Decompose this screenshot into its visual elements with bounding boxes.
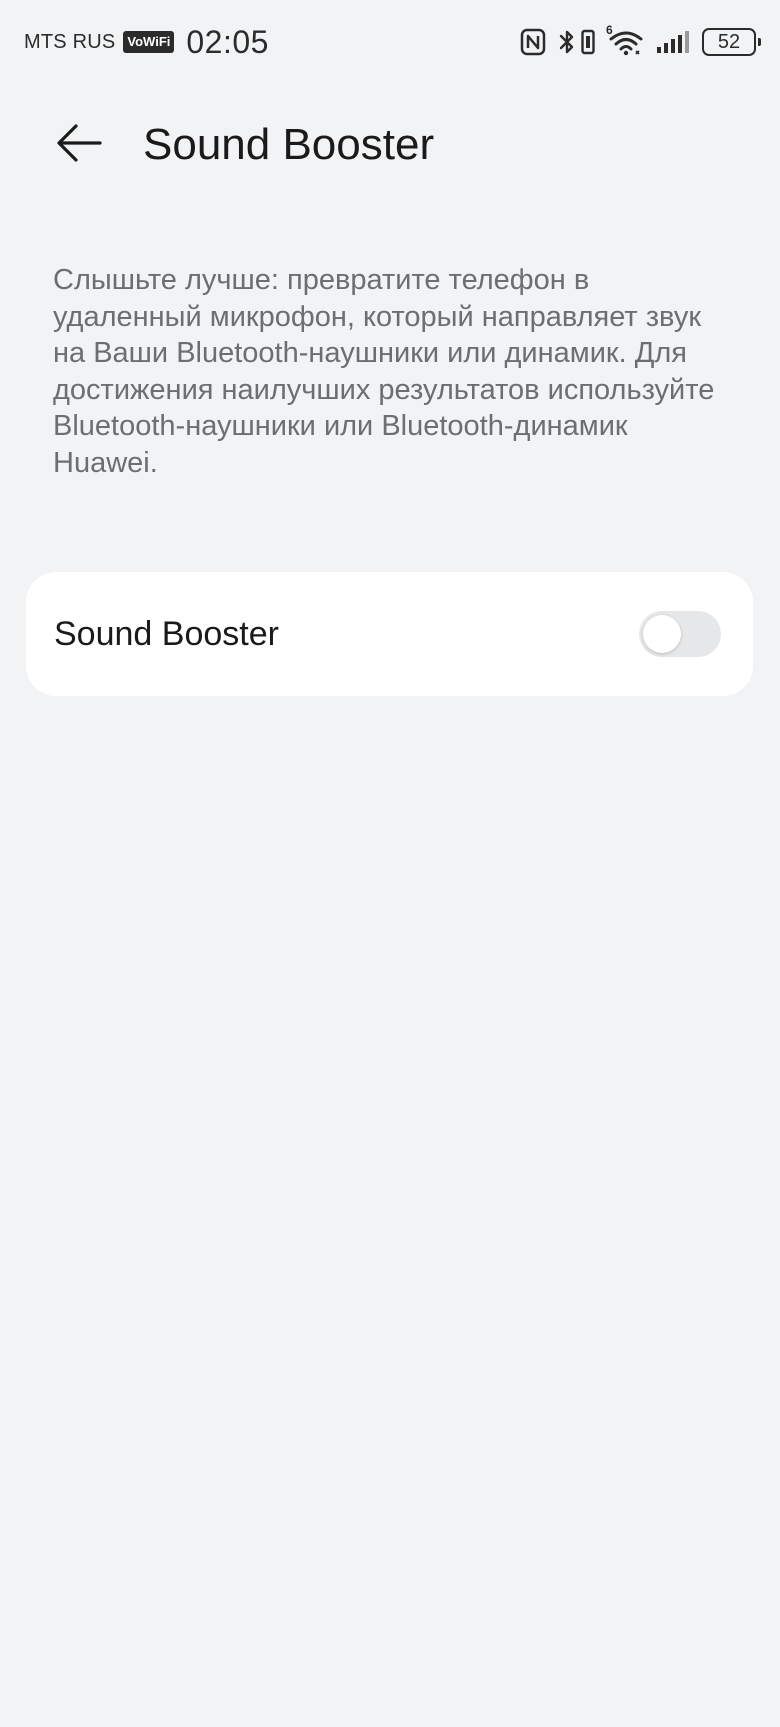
back-arrow-icon (56, 122, 104, 169)
carrier-name: MTS RUS (24, 30, 116, 53)
page-title: Sound Booster (143, 120, 435, 169)
sound-booster-toggle[interactable] (639, 611, 721, 657)
nfc-icon (520, 28, 546, 56)
status-right: 6 52 (520, 23, 761, 57)
vowifi-badge: VoWiFi (123, 31, 175, 53)
status-clock: 02:05 (186, 23, 269, 60)
wifi-standard-badge: 6 (606, 23, 613, 37)
app-header: Sound Booster (0, 100, 780, 190)
wifi-icon: 6 (606, 23, 644, 57)
battery-level: 52 (717, 30, 741, 53)
signal-icon (656, 29, 690, 55)
back-button[interactable] (52, 120, 108, 170)
toggle-knob (643, 615, 681, 653)
sound-booster-label: Sound Booster (54, 614, 279, 653)
status-left: MTS RUS VoWiFi 02:05 (24, 24, 269, 61)
settings-page: MTS RUS VoWiFi 02:05 6 52 Sound Booster … (0, 0, 780, 1727)
sound-booster-row[interactable]: Sound Booster (26, 572, 753, 696)
feature-description: Слышьте лучше: превратите телефон в удал… (53, 264, 715, 479)
status-bar: MTS RUS VoWiFi 02:05 6 52 (0, 0, 780, 84)
battery-icon: 52 (702, 28, 761, 56)
bluetooth-icon (558, 28, 576, 56)
vibrate-icon (580, 28, 596, 56)
